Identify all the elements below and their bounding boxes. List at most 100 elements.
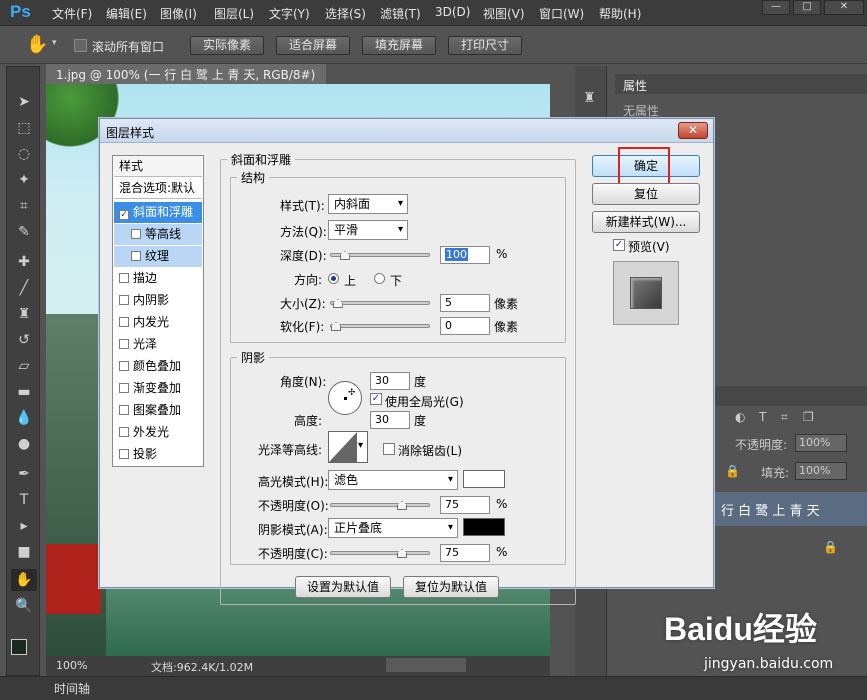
lock-all-icon[interactable]: 🔒: [725, 464, 740, 478]
shadow-opacity-slider[interactable]: [330, 549, 430, 558]
outer-glow-checkbox[interactable]: [119, 427, 129, 437]
soften-slider-thumb[interactable]: [331, 322, 341, 331]
shadow-mode-select[interactable]: 正片叠底: [328, 518, 458, 538]
zoom-level[interactable]: 100%: [56, 659, 87, 672]
angle-input[interactable]: 30: [370, 372, 410, 390]
inner-glow-checkbox[interactable]: [119, 317, 129, 327]
style-item-bevel[interactable]: ✓ 斜面和浮雕: [114, 202, 202, 223]
fill-screen-button[interactable]: 填充屏幕: [362, 36, 436, 55]
pen-tool-icon[interactable]: ✒: [11, 463, 37, 485]
pattern-overlay-checkbox[interactable]: [119, 405, 129, 415]
close-window-button[interactable]: ✕: [824, 0, 864, 15]
shape-filter-icon[interactable]: ⌗: [781, 410, 788, 425]
shadow-color-swatch[interactable]: [463, 518, 505, 536]
opacity-field[interactable]: 100%: [795, 434, 847, 452]
gloss-contour-picker[interactable]: ▾: [328, 431, 368, 463]
tool-preset-chevron-icon[interactable]: ▾: [52, 38, 57, 48]
contour-checkbox[interactable]: [131, 229, 141, 239]
styles-header[interactable]: 样式: [114, 156, 202, 177]
gradient-overlay-checkbox[interactable]: [119, 383, 129, 393]
style-item-satin[interactable]: 光泽: [114, 334, 202, 355]
marquee-tool-icon[interactable]: ⬚: [11, 117, 37, 139]
lasso-tool-icon[interactable]: ◌: [11, 143, 37, 165]
preview-checkbox[interactable]: ✓: [613, 239, 625, 251]
fit-screen-button[interactable]: 适合屏幕: [276, 36, 350, 55]
altitude-input[interactable]: 30: [370, 411, 410, 429]
bevel-style-select[interactable]: 内斜面: [328, 194, 408, 214]
hand-tool-active-icon[interactable]: ✋: [11, 569, 37, 591]
print-size-button[interactable]: 打印尺寸: [448, 36, 522, 55]
style-item-gradient-overlay[interactable]: 渐变叠加: [114, 378, 202, 399]
reset-button[interactable]: 复位: [592, 183, 700, 205]
highlight-color-swatch[interactable]: [463, 470, 505, 488]
menu-image[interactable]: 图像(I): [160, 5, 197, 22]
type-filter-icon[interactable]: T: [759, 410, 766, 424]
style-item-color-overlay[interactable]: 颜色叠加: [114, 356, 202, 377]
highlight-opacity-slider[interactable]: [330, 501, 430, 510]
style-item-contour[interactable]: 等高线: [114, 224, 202, 245]
size-slider-thumb[interactable]: [332, 299, 343, 308]
layer-row-text[interactable]: 行 白 鹭 上 青 天: [715, 492, 867, 526]
menu-view[interactable]: 视图(V): [483, 5, 525, 22]
healing-brush-icon[interactable]: ✚: [11, 251, 37, 273]
style-item-inner-glow[interactable]: 内发光: [114, 312, 202, 333]
style-item-texture[interactable]: 纹理: [114, 246, 202, 267]
menu-edit[interactable]: 编辑(E): [106, 5, 147, 22]
technique-select[interactable]: 平滑: [328, 220, 408, 240]
history-brush-icon[interactable]: ↺: [11, 329, 37, 351]
eraser-icon[interactable]: ▱: [11, 355, 37, 377]
scroll-all-checkbox[interactable]: [74, 39, 87, 52]
smart-object-filter-icon[interactable]: ❐: [803, 410, 814, 424]
depth-input[interactable]: 100: [440, 246, 490, 264]
move-tool-icon[interactable]: ➤: [11, 91, 37, 113]
satin-checkbox[interactable]: [119, 339, 129, 349]
direction-down-radio[interactable]: [374, 273, 385, 284]
menu-filter[interactable]: 滤镜(T): [380, 5, 421, 22]
new-style-button[interactable]: 新建样式(W)...: [592, 211, 700, 233]
reset-default-button[interactable]: 复位为默认值: [403, 576, 499, 598]
blur-tool-icon[interactable]: 💧: [11, 407, 37, 429]
color-overlay-checkbox[interactable]: [119, 361, 129, 371]
properties-tab[interactable]: 属性: [623, 77, 647, 94]
soften-slider[interactable]: [330, 322, 430, 331]
blend-options-item[interactable]: 混合选项:默认: [114, 178, 202, 199]
depth-slider-thumb[interactable]: [339, 251, 350, 260]
angle-dial[interactable]: ✢: [328, 381, 362, 415]
actual-pixels-button[interactable]: 实际像素: [190, 36, 264, 55]
direction-up-radio[interactable]: [328, 273, 339, 284]
dialog-titlebar[interactable]: 图层样式 ✕: [100, 119, 713, 143]
texture-checkbox[interactable]: [131, 251, 141, 261]
depth-slider[interactable]: [330, 251, 430, 260]
make-default-button[interactable]: 设置为默认值: [295, 576, 391, 598]
maximize-button[interactable]: □: [793, 0, 821, 15]
shape-tool-icon[interactable]: ■: [11, 541, 37, 563]
style-item-pattern-overlay[interactable]: 图案叠加: [114, 400, 202, 421]
stroke-checkbox[interactable]: [119, 273, 129, 283]
style-item-outer-glow[interactable]: 外发光: [114, 422, 202, 443]
foreground-color-swatch[interactable]: [11, 639, 27, 655]
minimize-button[interactable]: —: [762, 0, 790, 15]
shadow-opacity-thumb[interactable]: [397, 549, 407, 558]
anti-alias-checkbox[interactable]: [383, 443, 395, 455]
adjustment-filter-icon[interactable]: ◐: [735, 410, 745, 424]
shadow-opacity-input[interactable]: 75: [440, 544, 490, 562]
document-tab[interactable]: 1.jpg @ 100% (一 行 白 鹭 上 青 天, RGB/8#) * ×: [46, 64, 326, 97]
clone-source-icon[interactable]: ♜: [583, 90, 596, 106]
highlight-opacity-thumb[interactable]: [397, 501, 407, 510]
menu-layer[interactable]: 图层(L): [214, 5, 254, 22]
menu-3d[interactable]: 3D(D): [435, 5, 470, 19]
crop-tool-icon[interactable]: ⌗: [11, 195, 37, 217]
gradient-tool-icon[interactable]: ▬: [11, 381, 37, 403]
eyedropper-icon[interactable]: ✎: [11, 221, 37, 243]
global-light-checkbox[interactable]: ✓: [370, 393, 382, 405]
dialog-close-button[interactable]: ✕: [678, 122, 708, 139]
horizontal-scrollbar[interactable]: [386, 658, 466, 672]
magic-wand-icon[interactable]: ✦: [11, 169, 37, 191]
brush-tool-icon[interactable]: ╱: [11, 277, 37, 299]
soften-input[interactable]: 0: [440, 317, 490, 335]
timeline-tab[interactable]: 时间轴: [54, 680, 90, 697]
path-select-icon[interactable]: ▸: [11, 515, 37, 537]
highlight-opacity-input[interactable]: 75: [440, 496, 490, 514]
size-slider[interactable]: [330, 299, 430, 308]
dodge-tool-icon[interactable]: ●: [11, 433, 37, 455]
